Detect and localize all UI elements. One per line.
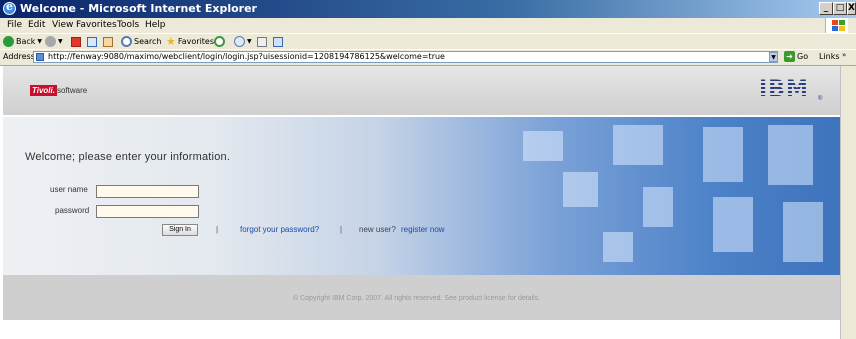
address-bar: Address http://fenway:9080/maximo/webcli… bbox=[0, 49, 856, 66]
menu-help[interactable]: Help bbox=[145, 20, 166, 30]
address-input[interactable]: http://fenway:9080/maximo/webclient/logi… bbox=[33, 51, 778, 63]
ibm-registered-mark: ® bbox=[818, 96, 823, 102]
forward-arrow-icon bbox=[45, 36, 56, 47]
home-button[interactable] bbox=[103, 35, 113, 48]
search-icon bbox=[121, 36, 132, 47]
separator: | bbox=[340, 225, 343, 234]
mail-dropdown-icon[interactable]: ▼ bbox=[247, 38, 252, 45]
tivoli-logo: Tivoli. bbox=[30, 85, 57, 96]
refresh-button[interactable] bbox=[87, 35, 97, 48]
favorites-label: Favorites bbox=[177, 37, 215, 46]
links-chevron-icon[interactable]: » bbox=[842, 51, 846, 59]
back-label: Back bbox=[16, 37, 36, 46]
menu-file[interactable]: File bbox=[7, 20, 22, 30]
address-dropdown-icon[interactable]: ▼ bbox=[769, 52, 778, 62]
copyright-text: © Copyright IBM Corp. 2007. All rights r… bbox=[293, 295, 541, 302]
menu-favorites[interactable]: Favorites bbox=[76, 20, 117, 30]
address-url[interactable]: http://fenway:9080/maximo/webclient/logi… bbox=[48, 52, 445, 61]
address-label: Address bbox=[3, 52, 35, 61]
history-button[interactable]: ▼ bbox=[234, 35, 252, 48]
password-label: password bbox=[55, 206, 90, 215]
forgot-password-link[interactable]: forgot your password? bbox=[240, 225, 319, 234]
menu-bar: File Edit View Favorites Tools Help bbox=[0, 18, 856, 33]
menu-edit[interactable]: Edit bbox=[28, 20, 45, 30]
page-icon bbox=[36, 53, 44, 61]
edit-icon bbox=[273, 36, 283, 47]
forward-button[interactable]: ▼ bbox=[45, 35, 63, 48]
media-icon bbox=[214, 36, 225, 47]
go-label: Go bbox=[797, 52, 809, 61]
title-bar: Welcome - Microsoft Internet Explorer _ … bbox=[0, 0, 856, 18]
search-label: Search bbox=[134, 37, 162, 46]
new-user-text: new user? bbox=[359, 225, 396, 234]
back-dropdown-icon[interactable]: ▼ bbox=[37, 38, 42, 45]
username-label: user name bbox=[50, 185, 88, 194]
menu-view[interactable]: View bbox=[52, 20, 73, 30]
separator: | bbox=[216, 225, 219, 234]
favorites-star-icon: ★ bbox=[166, 35, 176, 48]
favorites-button[interactable]: ★ Favorites bbox=[166, 35, 214, 48]
menu-tools[interactable]: Tools bbox=[117, 20, 139, 30]
password-input[interactable] bbox=[96, 205, 199, 218]
media-button[interactable] bbox=[214, 35, 225, 48]
toolbar: Back ▼ ▼ Search ★ Favorites ▼ bbox=[0, 33, 856, 49]
refresh-icon bbox=[87, 36, 97, 47]
software-label: software bbox=[57, 86, 88, 95]
back-button[interactable]: Back ▼ bbox=[3, 35, 42, 48]
forward-dropdown-icon[interactable]: ▼ bbox=[58, 38, 63, 45]
search-button[interactable]: Search bbox=[121, 35, 161, 48]
ibm-logo: IBM bbox=[759, 77, 809, 102]
window-title: Welcome - Microsoft Internet Explorer bbox=[20, 2, 257, 15]
internet-explorer-icon bbox=[3, 0, 16, 15]
stop-button[interactable] bbox=[71, 35, 81, 48]
edit-page-button[interactable] bbox=[273, 35, 283, 48]
maximize-button[interactable]: □ bbox=[833, 2, 847, 15]
stop-icon bbox=[71, 36, 81, 47]
welcome-heading: Welcome; please enter your information. bbox=[25, 151, 231, 163]
home-icon bbox=[103, 36, 113, 47]
go-arrow-icon: ➜ bbox=[784, 51, 795, 62]
links-button[interactable]: Links bbox=[819, 52, 840, 61]
print-button[interactable] bbox=[257, 35, 267, 48]
username-input[interactable] bbox=[96, 185, 199, 198]
go-button[interactable]: ➜ Go bbox=[784, 51, 808, 62]
branding-header bbox=[3, 66, 840, 115]
close-button[interactable]: X bbox=[847, 2, 856, 15]
print-icon bbox=[257, 36, 267, 47]
register-now-link[interactable]: register now bbox=[401, 225, 445, 234]
minimize-button[interactable]: _ bbox=[819, 2, 833, 15]
history-icon bbox=[234, 36, 245, 47]
windows-logo-icon bbox=[825, 18, 848, 33]
vertical-scrollbar[interactable] bbox=[840, 66, 856, 339]
back-arrow-icon bbox=[3, 36, 14, 47]
sign-in-button[interactable]: Sign In bbox=[162, 224, 198, 236]
